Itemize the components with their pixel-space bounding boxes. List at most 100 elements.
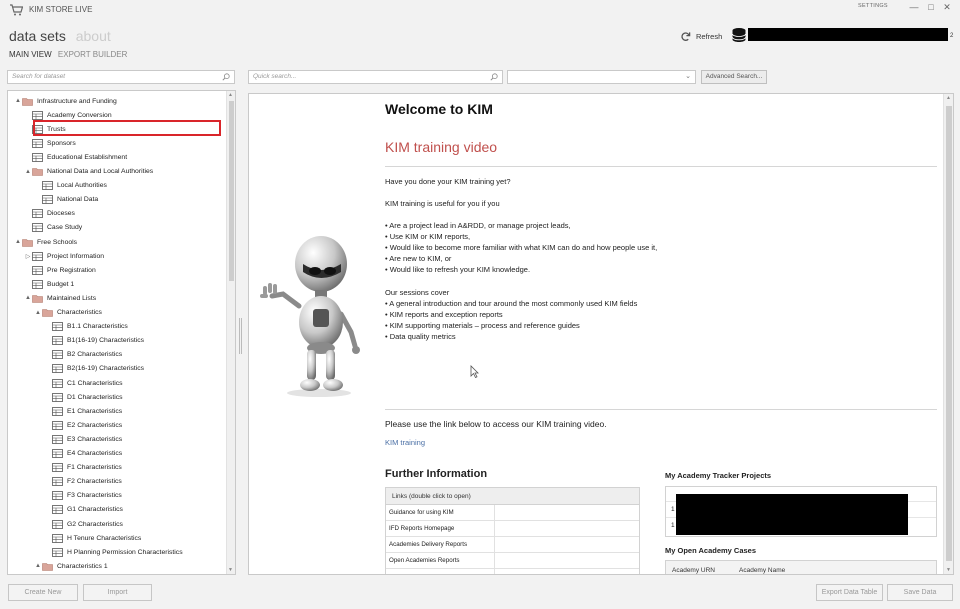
link-cell[interactable]: IFD Reports Homepage bbox=[386, 521, 495, 536]
dataset-search-input[interactable]: Search for dataset bbox=[7, 70, 235, 84]
tree-item[interactable]: ▷ Project Information bbox=[24, 250, 104, 262]
links-table-row[interactable]: IFD Reports Homepage bbox=[386, 521, 639, 537]
table-icon bbox=[52, 505, 63, 515]
expand-toggle-icon[interactable]: ▲ bbox=[14, 239, 22, 245]
links-table-row[interactable]: Guidance for using KIM bbox=[386, 505, 639, 521]
scroll-up-icon[interactable]: ▲ bbox=[228, 92, 233, 98]
cases-heading: My Open Academy Cases bbox=[665, 546, 757, 555]
tree-item[interactable]: Local Authorities bbox=[34, 180, 107, 192]
scroll-thumb[interactable] bbox=[229, 101, 234, 281]
tracker-heading: My Academy Tracker Projects bbox=[665, 471, 772, 480]
tree-item-label: Project Information bbox=[47, 252, 105, 260]
table-icon bbox=[42, 181, 53, 190]
divider bbox=[385, 409, 937, 410]
dataset-tree: ▲ Infrastructure and Funding Academy Conve… bbox=[7, 90, 236, 575]
expand-toggle-icon[interactable]: ▲ bbox=[24, 169, 32, 175]
sub-nav: MAIN VIEW EXPORT BUILDER bbox=[9, 50, 127, 59]
tree-item-label: Educational Establishment bbox=[47, 153, 128, 161]
tree-item-label: Academy Conversion bbox=[47, 111, 112, 119]
tree-item[interactable]: C1 Characteristics bbox=[44, 377, 123, 389]
tree-item[interactable]: ▲ National Data and Local Authorities bbox=[24, 166, 153, 178]
close-button[interactable]: ✕ bbox=[941, 2, 953, 13]
tree-item-label: Case Study bbox=[47, 224, 83, 232]
tab-export-builder[interactable]: EXPORT BUILDER bbox=[58, 50, 128, 59]
tree-item[interactable]: H Planning Permission Characteristics bbox=[44, 546, 183, 558]
tree-item[interactable]: E1 Characteristics bbox=[44, 405, 122, 417]
tree-item[interactable]: ▲ Infrastructure and Funding bbox=[14, 95, 117, 107]
tree-item[interactable]: E4 Characteristics bbox=[44, 448, 122, 460]
advanced-search-button[interactable]: Advanced Search... bbox=[701, 70, 767, 84]
tab-about[interactable]: about bbox=[76, 28, 111, 44]
expand-toggle-icon[interactable]: ▲ bbox=[34, 563, 42, 569]
tree-item[interactable]: E2 Characteristics bbox=[44, 419, 122, 431]
tree-item[interactable]: Pre Registration bbox=[24, 264, 96, 276]
tree-item-label: Sponsors bbox=[47, 139, 76, 147]
expand-toggle-icon[interactable]: ▷ bbox=[24, 253, 32, 260]
tree-item[interactable]: F3 Characteristics bbox=[44, 490, 122, 502]
main-nav: data sets about bbox=[9, 28, 111, 44]
scroll-thumb[interactable] bbox=[946, 106, 952, 561]
link-cell[interactable] bbox=[386, 569, 495, 574]
tree-item[interactable]: ▲ Maintained Lists bbox=[24, 292, 96, 304]
tree-item[interactable]: E3 Characteristics bbox=[44, 433, 122, 445]
content-scrollbar[interactable]: ▲ ▼ bbox=[943, 94, 953, 574]
filter-dropdown[interactable]: ⌄ bbox=[507, 70, 696, 84]
table-icon bbox=[52, 547, 63, 557]
tree-item[interactable]: Educational Establishment bbox=[24, 151, 127, 163]
tab-data-sets[interactable]: data sets bbox=[9, 28, 66, 44]
link-cell[interactable]: Guidance for using KIM bbox=[386, 505, 495, 520]
panel-splitter[interactable] bbox=[239, 318, 242, 354]
tree-item[interactable]: Sponsors bbox=[24, 137, 76, 149]
link-cell[interactable]: Academies Delivery Reports bbox=[386, 537, 495, 552]
tree-scrollbar[interactable]: ▲ ▼ bbox=[226, 91, 235, 574]
scroll-down-icon[interactable]: ▼ bbox=[228, 567, 233, 573]
tree-item[interactable]: Budget 1 bbox=[24, 278, 74, 290]
tree-item[interactable]: ▲ Characteristics bbox=[34, 307, 102, 319]
tree-item-label: National Data bbox=[57, 196, 99, 204]
tree-item[interactable]: G2 Characteristics bbox=[44, 518, 123, 530]
tree-item[interactable]: B2(16-19) Characteristics bbox=[44, 363, 144, 375]
import-button[interactable]: Import bbox=[83, 584, 152, 601]
sessions-intro: Our sessions cover bbox=[385, 288, 450, 297]
column-header-urn[interactable]: Academy URN bbox=[672, 567, 715, 574]
tree-item[interactable]: Case Study bbox=[24, 222, 82, 234]
tree-item[interactable]: B1(16-19) Characteristics bbox=[44, 335, 144, 347]
tree-item[interactable]: H Tenure Characteristics bbox=[44, 532, 141, 544]
minimize-button[interactable]: — bbox=[908, 2, 920, 12]
tree-item-label: E3 Characteristics bbox=[67, 435, 123, 443]
tab-main-view[interactable]: MAIN VIEW bbox=[9, 50, 52, 59]
tree-item[interactable]: D1 Characteristics bbox=[44, 391, 123, 403]
save-data-button[interactable]: Save Data bbox=[887, 584, 953, 601]
refresh-button[interactable]: Refresh bbox=[680, 31, 722, 42]
scroll-down-icon[interactable]: ▼ bbox=[946, 567, 951, 573]
tree-item[interactable]: F1 Characteristics bbox=[44, 462, 122, 474]
expand-toggle-icon[interactable]: ▲ bbox=[24, 295, 32, 301]
links-table-row[interactable] bbox=[386, 569, 639, 574]
tree-item[interactable]: B1.1 Characteristics bbox=[44, 321, 128, 333]
useful-bullet: • Are new to KIM, or bbox=[385, 254, 452, 263]
scroll-up-icon[interactable]: ▲ bbox=[946, 95, 951, 101]
tree-item[interactable]: National Data bbox=[34, 194, 98, 206]
column-header-name[interactable]: Academy Name bbox=[739, 567, 785, 574]
expand-toggle-icon[interactable]: ▲ bbox=[34, 310, 42, 316]
tree-item[interactable]: Dioceses bbox=[24, 208, 75, 220]
training-link[interactable]: KIM training bbox=[385, 438, 425, 447]
links-table-row[interactable]: Open Academies Reports bbox=[386, 553, 639, 569]
link-cell[interactable]: Open Academies Reports bbox=[386, 553, 495, 568]
table-icon bbox=[32, 138, 43, 148]
tree-item[interactable]: ▲ Free Schools bbox=[14, 236, 77, 248]
export-data-table-button[interactable]: Export Data Table bbox=[816, 584, 883, 601]
tree-item[interactable]: F2 Characteristics bbox=[44, 476, 122, 488]
create-new-button[interactable]: Create New bbox=[8, 584, 78, 601]
maximize-button[interactable]: □ bbox=[925, 2, 937, 12]
tree-item-label: E4 Characteristics bbox=[67, 450, 123, 457]
settings-link[interactable]: SETTINGS bbox=[858, 3, 888, 9]
expand-toggle-icon[interactable]: ▲ bbox=[14, 98, 22, 104]
tree-item[interactable]: G1 Characteristics bbox=[44, 504, 123, 516]
database-icon bbox=[732, 28, 746, 42]
tree-item[interactable]: B2 Characteristics bbox=[44, 349, 122, 361]
table-icon bbox=[52, 378, 63, 388]
tree-item[interactable]: ▲ Characteristics 1 bbox=[34, 560, 108, 572]
links-table-row[interactable]: Academies Delivery Reports bbox=[386, 537, 639, 553]
quick-search-input[interactable]: Quick search... bbox=[248, 70, 503, 84]
